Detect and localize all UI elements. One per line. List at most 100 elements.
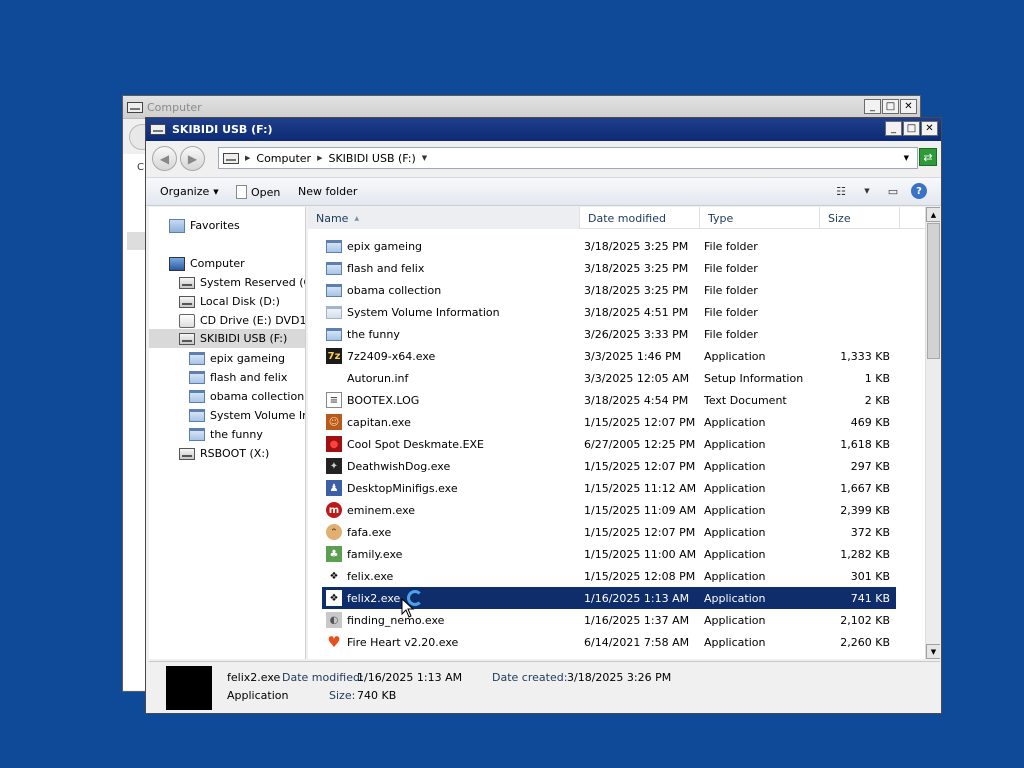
- file-name-cell[interactable]: 7z 7z2409-x64.exe: [326, 345, 435, 367]
- address-dropdown-icon[interactable]: ▼: [904, 154, 909, 162]
- file-name-cell[interactable]: epix gameing: [326, 235, 422, 257]
- scroll-down-icon[interactable]: ▼: [926, 644, 940, 659]
- file-name-cell[interactable]: ᵔ fafa.exe: [326, 521, 391, 543]
- file-name-cell[interactable]: Autorun.inf: [326, 367, 408, 389]
- close-button[interactable]: ✕: [900, 99, 917, 114]
- nav-item-skibidi-usb[interactable]: SKIBIDI USB (F:): [179, 329, 287, 348]
- file-row[interactable]: Autorun.inf 3/3/2025 12:05 AM Setup Inform…: [322, 367, 896, 389]
- minimize-button[interactable]: _: [885, 121, 902, 136]
- file-row[interactable]: 7z 7z2409-x64.exe 3/3/2025 1:46 PM Applicat…: [322, 345, 896, 367]
- nav-item-label: the funny: [210, 428, 263, 441]
- 7zip-icon: 7z: [326, 348, 342, 364]
- breadcrumb-computer[interactable]: Computer: [256, 152, 311, 165]
- file-name-cell[interactable]: ● Cool Spot Deskmate.EXE: [326, 433, 484, 455]
- details-file-name: felix2.exe: [227, 671, 281, 684]
- help-icon[interactable]: ?: [911, 183, 927, 199]
- file-row[interactable]: flash and felix 3/18/2025 3:25 PM File fol…: [322, 257, 896, 279]
- column-header-date-modified[interactable]: Date modified: [580, 207, 700, 229]
- file-name-cell[interactable]: obama collection: [326, 279, 441, 301]
- file-name-cell[interactable]: System Volume Information: [326, 301, 500, 323]
- column-header-name[interactable]: Name ▲: [308, 207, 580, 229]
- file-row[interactable]: epix gameing 3/18/2025 3:25 PM File folder: [322, 235, 896, 257]
- breadcrumb-current[interactable]: SKIBIDI USB (F:): [328, 152, 415, 165]
- change-view-icon[interactable]: ☷: [833, 183, 849, 199]
- address-bar[interactable]: ▶ Computer ▶ SKIBIDI USB (F:) ▼ ▼: [218, 147, 918, 169]
- file-size: 2,399 KB: [840, 503, 890, 517]
- file-row[interactable]: obama collection 3/18/2025 3:25 PM File fo…: [322, 279, 896, 301]
- file-row[interactable]: ✦ DeathwishDog.exe 1/15/2025 12:07 PM Appli…: [322, 455, 896, 477]
- nav-item-rsboot[interactable]: RSBOOT (X:): [179, 444, 269, 463]
- file-name-cell[interactable]: the funny: [326, 323, 400, 345]
- file-name-cell[interactable]: ♣ family.exe: [326, 543, 402, 565]
- file-row[interactable]: ≡ BOOTEX.LOG 3/18/2025 4:54 PM Text Documen…: [322, 389, 896, 411]
- refresh-button[interactable]: ⇄: [919, 148, 937, 166]
- file-row[interactable]: ♥ Fire Heart v2.20.exe 6/14/2021 7:58 AM Ap…: [322, 631, 896, 653]
- file-name-cell[interactable]: ☺ capitan.exe: [326, 411, 411, 433]
- maximize-button[interactable]: □: [882, 99, 899, 114]
- new-folder-button[interactable]: New folder: [298, 185, 357, 198]
- file-name: obama collection: [347, 283, 442, 297]
- scroll-up-icon[interactable]: ▲: [926, 207, 940, 222]
- file-name-cell[interactable]: m eminem.exe: [326, 499, 415, 521]
- file-row[interactable]: System Volume Information 3/18/2025 4:51 …: [322, 301, 896, 323]
- maximize-button[interactable]: □: [903, 121, 920, 136]
- file-row[interactable]: ☺ capitan.exe 1/15/2025 12:07 PM Applicatio…: [322, 411, 896, 433]
- background-window-titlebar[interactable]: Computer: [123, 96, 920, 119]
- file-date-modified: 1/16/2025 1:13 AM: [584, 591, 690, 605]
- file-size: 1,667 KB: [840, 481, 890, 495]
- chevron-right-icon[interactable]: ▶: [245, 154, 250, 162]
- file-name-cell[interactable]: ✦ DeathwishDog.exe: [326, 455, 450, 477]
- column-header-type[interactable]: Type: [700, 207, 820, 229]
- column-header-size[interactable]: Size: [820, 207, 900, 229]
- nav-item-system-volume-information[interactable]: System Volume Information: [189, 406, 305, 425]
- file-row[interactable]: m eminem.exe 1/15/2025 11:09 AM Application…: [322, 499, 896, 521]
- file-name-cell[interactable]: flash and felix: [326, 257, 424, 279]
- computer-icon: [169, 256, 185, 271]
- file-row[interactable]: ♣ family.exe 1/15/2025 11:00 AM Application…: [322, 543, 896, 565]
- file-name-cell[interactable]: ♟ DesktopMinifigs.exe: [326, 477, 458, 499]
- back-button[interactable]: ◀: [152, 146, 177, 171]
- explorer-window[interactable]: SKIBIDI USB (F:) _ □ ✕ ◀ ▶ ▶ Computer ▶ …: [145, 117, 942, 714]
- file-name-cell[interactable]: ≡ BOOTEX.LOG: [326, 389, 419, 411]
- nav-item-epix-gameing[interactable]: epix gameing: [189, 349, 285, 368]
- file-row[interactable]: ᵔ fafa.exe 1/15/2025 12:07 PM Application 37…: [322, 521, 896, 543]
- minimize-button[interactable]: _: [864, 99, 881, 114]
- organize-button[interactable]: Organize ▼: [160, 185, 219, 198]
- nav-item-system-reserved[interactable]: System Reserved (C:): [179, 273, 305, 292]
- nav-item-local-disk[interactable]: Local Disk (D:): [179, 292, 280, 311]
- nav-item-favorites[interactable]: Favorites: [169, 216, 240, 235]
- nav-item-flash-and-felix[interactable]: flash and felix: [189, 368, 287, 387]
- file-row[interactable]: ● Cool Spot Deskmate.EXE 6/27/2005 12:25 P…: [322, 433, 896, 455]
- file-row[interactable]: ♟ DesktopMinifigs.exe 1/15/2025 11:12 AM Ap…: [322, 477, 896, 499]
- address-row: ◀ ▶ ▶ Computer ▶ SKIBIDI USB (F:) ▼ ▼ ⇄: [146, 143, 941, 175]
- file-name-cell[interactable]: ❖ felix.exe: [326, 565, 393, 587]
- nav-item-the-funny[interactable]: the funny: [189, 425, 263, 444]
- preview-pane-icon[interactable]: ▭: [885, 183, 901, 199]
- nav-item-label: System Volume Information: [210, 409, 305, 422]
- command-bar: Organize ▼ Open New folder ☷ ▼ ▭ ?: [146, 177, 941, 206]
- background-window-title: Computer: [147, 100, 202, 114]
- chevron-down-icon[interactable]: ▼: [422, 154, 427, 162]
- nav-item-cd-drive[interactable]: CD Drive (E:) DVD1: [179, 311, 305, 330]
- file-type: File folder: [704, 305, 758, 319]
- nav-item-label: epix gameing: [210, 352, 286, 365]
- open-button[interactable]: Open: [236, 185, 280, 199]
- forward-button[interactable]: ▶: [180, 146, 205, 171]
- file-row[interactable]: ❖ felix.exe 1/15/2025 12:08 PM Application 3…: [322, 565, 896, 587]
- nav-item-computer[interactable]: Computer: [169, 254, 245, 273]
- close-button[interactable]: ✕: [921, 121, 938, 136]
- folder-icon: [189, 409, 205, 422]
- vertical-scrollbar[interactable]: ▲ ▼: [925, 207, 940, 659]
- file-name-cell[interactable]: ❖ felix2.exe: [326, 587, 400, 609]
- folder-icon: [326, 239, 342, 253]
- scrollbar-thumb[interactable]: [927, 223, 940, 359]
- file-list[interactable]: Name ▲ Date modified Type Size epix game…: [308, 207, 940, 659]
- window-titlebar[interactable]: SKIBIDI USB (F:): [146, 118, 941, 141]
- nav-item-obama-collection[interactable]: obama collection: [189, 387, 304, 406]
- file-row[interactable]: the funny 3/26/2025 3:33 PM File folder: [322, 323, 896, 345]
- chevron-down-icon[interactable]: ▼: [859, 183, 875, 199]
- chevron-right-icon[interactable]: ▶: [317, 154, 322, 162]
- file-name-cell[interactable]: ♥ Fire Heart v2.20.exe: [326, 631, 458, 653]
- usb-drive-icon: [179, 332, 195, 345]
- file-name-cell[interactable]: ◐ finding_nemo.exe: [326, 609, 444, 631]
